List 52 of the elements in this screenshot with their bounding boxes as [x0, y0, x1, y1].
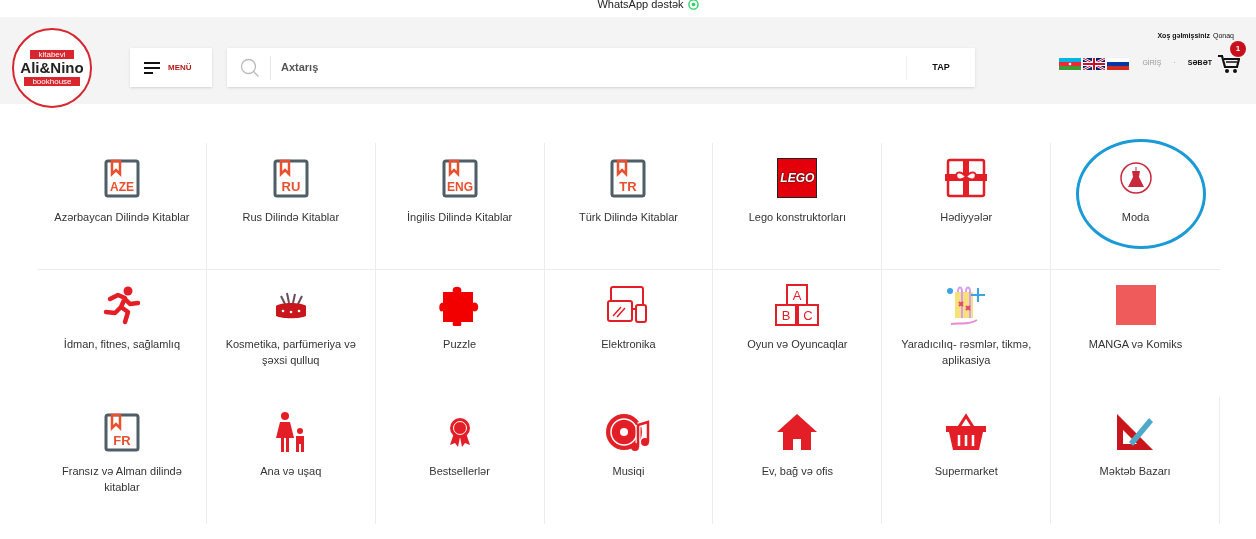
book-icon: AZE — [103, 158, 140, 198]
house-icon — [776, 413, 819, 451]
category-link[interactable]: Kosmetika, parfümeriya və şəxsi qulluq — [220, 336, 361, 368]
azerbaijan-flag-icon[interactable] — [1059, 57, 1082, 70]
russia-flag-icon[interactable] — [1107, 57, 1130, 70]
logo-tagline: bookhouse — [24, 77, 80, 86]
category-link[interactable]: Hədiyyələr — [940, 209, 993, 225]
logo[interactable]: kitabevi Ali&Nino bookhouse — [12, 28, 92, 108]
menu-button[interactable]: MENÜ — [130, 48, 212, 87]
craft-supplies-icon — [945, 284, 988, 326]
category-link[interactable]: Supermarket — [934, 463, 998, 479]
category-link[interactable]: Lego konstruktorları — [748, 209, 846, 225]
book-icon: ENG — [441, 158, 478, 198]
search-field[interactable]: Axtarış — [281, 59, 906, 76]
puzzle-piece-icon — [438, 284, 481, 326]
category-link[interactable]: Ana və uşaq — [260, 463, 322, 479]
logo-tagline: kitabevi — [30, 50, 74, 59]
uk-flag-icon[interactable] — [1083, 57, 1106, 70]
category-link[interactable]: Oyun və Oyuncaqlar — [747, 336, 848, 352]
search-bar[interactable]: Axtarış TAP — [227, 48, 975, 87]
parent-and-child-icon — [274, 411, 307, 453]
category-link[interactable]: Yaradıcılıq- rəsmlər, tikmə, aplikasiya — [896, 336, 1037, 368]
basket-icon — [945, 413, 988, 451]
music-disc-icon — [605, 411, 652, 453]
menu-icon — [144, 61, 160, 74]
category-link[interactable]: Puzzle — [443, 336, 477, 352]
devices-icon — [607, 285, 650, 325]
search-icon — [240, 57, 260, 78]
category-link[interactable]: Məktəb Bazarı — [1099, 463, 1171, 479]
category-link[interactable]: Türk Dilində Kitablar — [578, 209, 678, 225]
category-link[interactable]: Rus Dilində Kitablar — [242, 209, 340, 225]
cart-icon[interactable] — [1218, 53, 1240, 74]
gift-icon — [945, 158, 988, 198]
book-icon: RU — [272, 158, 309, 198]
lego-logo: LEGO — [777, 158, 818, 198]
category-link[interactable]: Elektronika — [601, 336, 656, 352]
category-link[interactable]: Musiqi — [612, 463, 645, 479]
category-link[interactable]: Ev, bağ və ofis — [761, 463, 833, 479]
category-link[interactable]: İdman, fitnes, sağlamlıq — [63, 336, 180, 352]
image-placeholder — [1115, 285, 1156, 325]
category-link[interactable]: İngilis Dilində Kitablar — [407, 209, 513, 225]
category-link[interactable]: Moda — [1121, 209, 1150, 225]
search-button[interactable]: TAP — [907, 48, 975, 87]
running-person-icon — [101, 285, 142, 325]
book-icon: FR — [103, 412, 140, 452]
whatsapp-support-link[interactable]: WhatsApp dəstək — [597, 0, 684, 13]
category-link[interactable]: Azərbaycan Dilində Kitablar — [54, 209, 190, 225]
category-link[interactable]: MANGA və Komiks — [1088, 336, 1183, 352]
category-link[interactable]: Bestsellerlər — [429, 463, 490, 479]
category-link[interactable]: Fransız və Alman dilində kitablar — [51, 463, 192, 495]
book-icon: TR — [610, 158, 647, 198]
cart-count-badge: 1 — [1230, 40, 1246, 57]
